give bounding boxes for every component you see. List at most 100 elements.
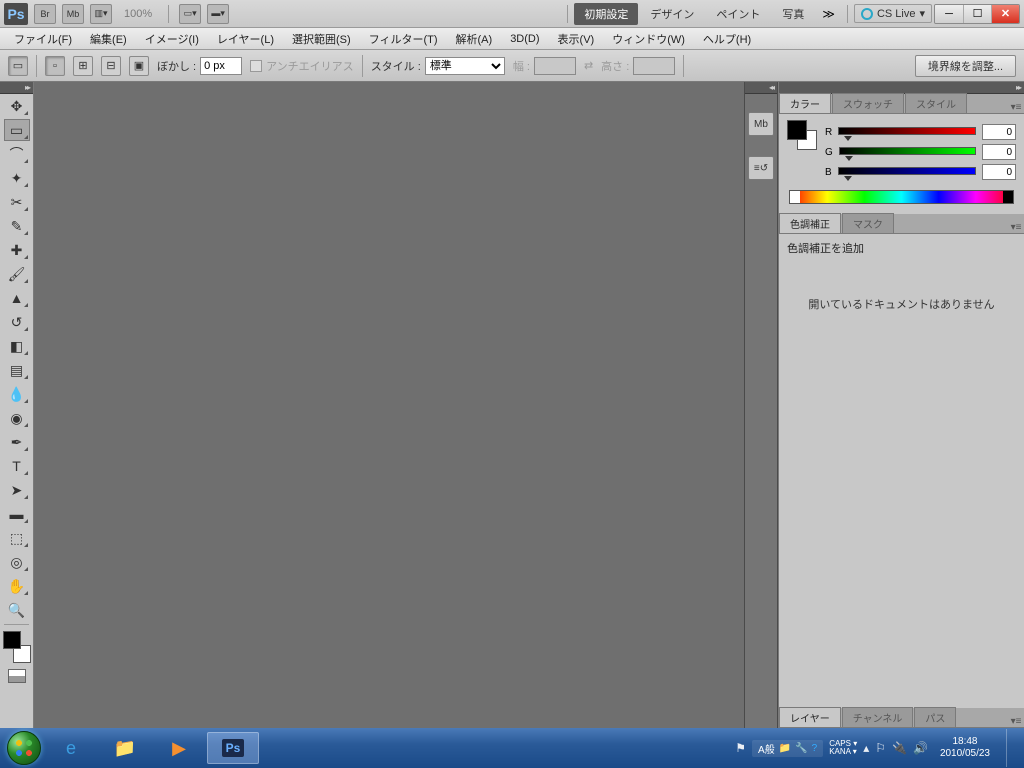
r-slider[interactable] [838,127,976,137]
tray-action-center-icon[interactable]: ⚐ [875,741,886,755]
minibridge-dock-icon[interactable]: Mb [748,112,774,136]
refine-edge-button[interactable]: 境界線を調整... [915,55,1016,77]
marquee-tool[interactable]: ▭ [4,119,30,141]
workspace-tab-paint[interactable]: ペイント [706,3,770,25]
stamp-tool[interactable]: ▲ [4,287,30,309]
tab-adjustments[interactable]: 色調補正 [779,213,841,233]
crop-tool[interactable]: ✂ [4,191,30,213]
workspace-tab-essentials[interactable]: 初期設定 [574,3,638,25]
menu-window[interactable]: ウィンドウ(W) [604,29,693,49]
tab-channels[interactable]: チャンネル [842,707,914,727]
options-bar: ▭ ▫ ⊞ ⊟ ▣ ぼかし : アンチエイリアス スタイル : 標準 幅 : ⇄… [0,50,1024,82]
maximize-button[interactable]: ☐ [963,5,991,23]
ime-status[interactable]: A般📁🔧? [752,740,823,757]
taskbar-photoshop[interactable]: Ps [207,732,259,764]
blur-tool[interactable]: 💧 [4,383,30,405]
minibridge-button[interactable]: Mb [62,4,84,24]
3d-tool[interactable]: ⬚ [4,527,30,549]
history-dock-icon[interactable]: ≡↺ [748,156,774,180]
g-label: G [825,147,833,158]
tray-power-icon[interactable]: 🔌 [892,741,907,755]
shape-tool[interactable]: ▬ [4,503,30,525]
color-panel: R G B [779,114,1024,214]
workspace-tab-design[interactable]: デザイン [640,3,704,25]
canvas-area [34,82,744,728]
menu-layer[interactable]: レイヤー(L) [209,29,282,49]
eraser-tool[interactable]: ◧ [4,335,30,357]
menu-3d[interactable]: 3D(D) [502,31,547,47]
bridge-button[interactable]: Br [34,4,56,24]
taskbar-mediaplayer[interactable]: ▶ [153,732,205,764]
start-button[interactable] [4,728,44,768]
selection-add[interactable]: ⊞ [73,56,93,76]
tab-swatches[interactable]: スウォッチ [832,93,904,113]
feather-input[interactable] [200,57,242,75]
quick-mask-toggle[interactable] [8,669,26,683]
tray-up-icon[interactable]: ▴ [863,741,869,755]
taskbar-ie[interactable]: e [45,732,97,764]
taskbar-explorer[interactable]: 📁 [99,732,151,764]
arrange-button[interactable]: ▥▾ [90,4,112,24]
b-value[interactable] [982,164,1016,180]
tab-paths[interactable]: パス [914,707,956,727]
dock-collapse[interactable]: ◂◂ [745,82,777,94]
lasso-tool[interactable]: ⌒ [4,143,30,165]
r-label: R [825,127,832,138]
dodge-tool[interactable]: ◉ [4,407,30,429]
color-swatches[interactable] [3,631,31,663]
color-panel-menu[interactable]: ▾≡ [1008,102,1024,113]
menu-image[interactable]: イメージ(I) [137,29,207,49]
r-value[interactable] [982,124,1016,140]
tray-flag-icon[interactable]: ⚑ [735,741,746,755]
move-tool[interactable]: ✥ [4,95,30,117]
hand-tool[interactable]: ✋ [4,575,30,597]
menu-file[interactable]: ファイル(F) [6,29,80,49]
zoom-tool[interactable]: 🔍 [4,599,30,621]
menu-view[interactable]: 表示(V) [550,29,603,49]
quick-select-tool[interactable]: ✦ [4,167,30,189]
extras-button[interactable]: ▬▾ [207,4,229,24]
history-brush-tool[interactable]: ↺ [4,311,30,333]
selection-subtract[interactable]: ⊟ [101,56,121,76]
brush-tool[interactable]: 🖌 [4,263,30,285]
spectrum-bar[interactable] [789,190,1014,204]
tray-volume-icon[interactable]: 🔊 [913,741,928,755]
type-tool[interactable]: T [4,455,30,477]
menu-analysis[interactable]: 解析(A) [448,29,501,49]
menu-select[interactable]: 選択範囲(S) [284,29,359,49]
g-slider[interactable] [839,147,976,157]
pen-tool[interactable]: ✒ [4,431,30,453]
tab-styles[interactable]: スタイル [905,93,967,113]
workspace-more-button[interactable]: ≫ [816,7,841,21]
tab-color[interactable]: カラー [779,93,831,113]
eyedropper-tool[interactable]: ✎ [4,215,30,237]
style-select[interactable]: 標準 [425,57,505,75]
3d-camera-tool[interactable]: ◎ [4,551,30,573]
healing-tool[interactable]: ✚ [4,239,30,261]
marquee-tool-preset[interactable]: ▭ [8,56,28,76]
menu-help[interactable]: ヘルプ(H) [695,29,759,49]
gradient-tool[interactable]: ▤ [4,359,30,381]
path-select-tool[interactable]: ➤ [4,479,30,501]
panel-color-swatch[interactable] [787,120,817,150]
tools-collapse[interactable]: ▸▸ [0,82,33,94]
show-desktop-button[interactable] [1006,729,1020,767]
screen-mode-button[interactable]: ▭▾ [179,4,201,24]
selection-new[interactable]: ▫ [45,56,65,76]
tray-clock[interactable]: 18:482010/05/23 [934,736,996,760]
system-tray: ⚑ A般📁🔧? CAPS ▾KANA ▾ ▴ ⚐ 🔌 🔊 18:482010/0… [735,729,1020,767]
minimize-button[interactable]: ─ [935,5,963,23]
cslive-button[interactable]: CS Live▾ [854,4,932,23]
b-slider[interactable] [838,167,976,177]
layers-panel-menu[interactable]: ▾≡ [1008,716,1024,727]
selection-intersect[interactable]: ▣ [129,56,149,76]
g-value[interactable] [982,144,1016,160]
workspace-tab-photo[interactable]: 写真 [772,3,814,25]
tab-layers[interactable]: レイヤー [779,707,841,727]
zoom-level[interactable]: 100% [124,8,152,20]
menu-edit[interactable]: 編集(E) [82,29,135,49]
tab-masks[interactable]: マスク [842,213,894,233]
menu-filter[interactable]: フィルター(T) [361,29,446,49]
close-button[interactable]: ✕ [991,5,1019,23]
adjust-panel-menu[interactable]: ▾≡ [1008,222,1024,233]
